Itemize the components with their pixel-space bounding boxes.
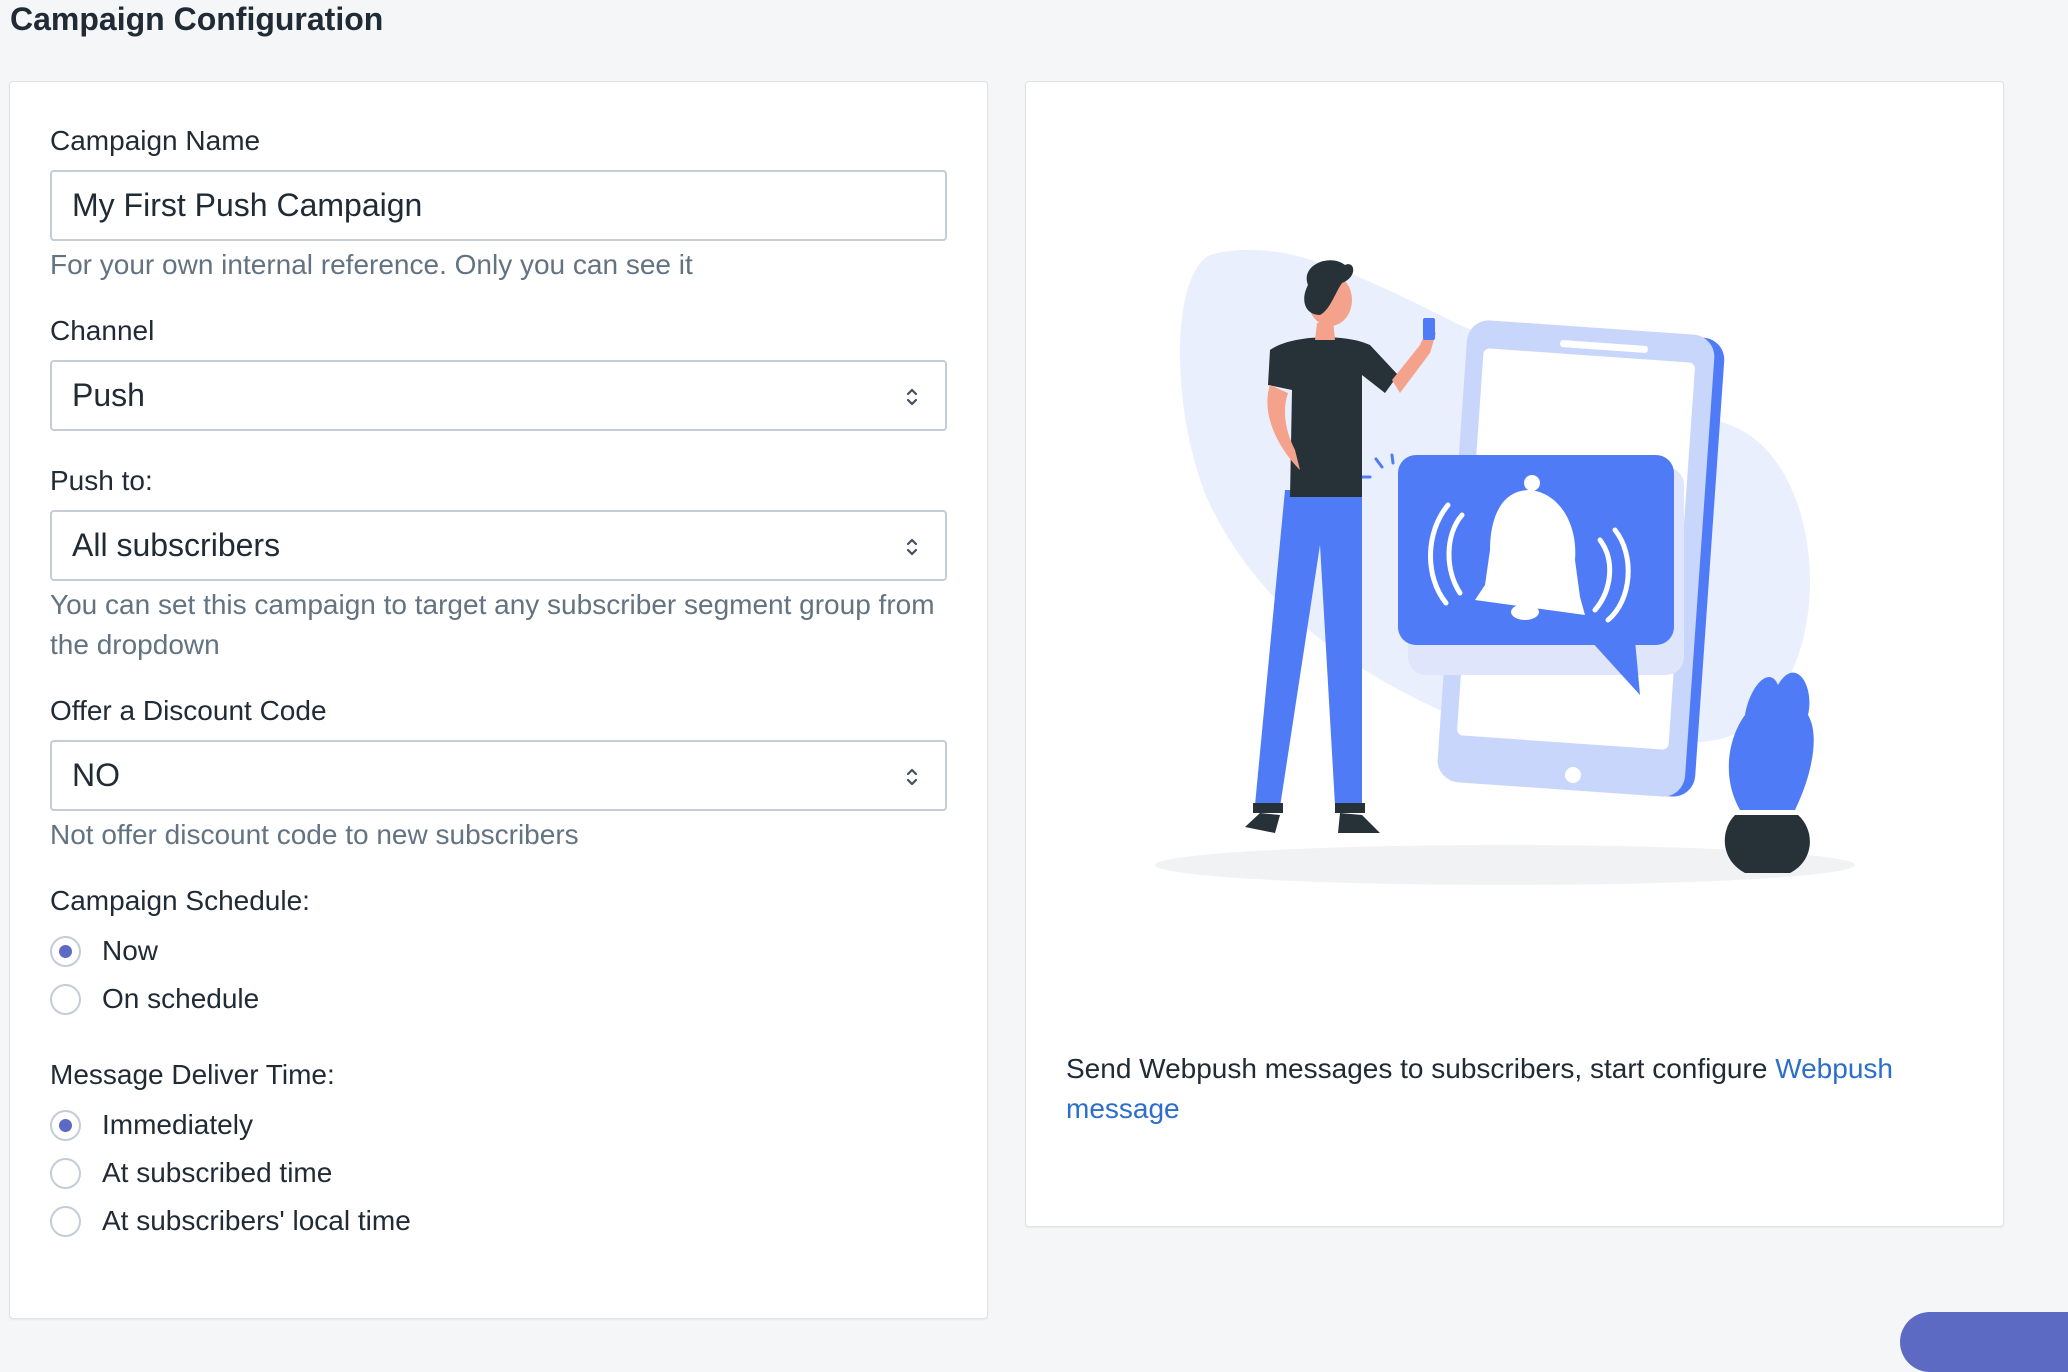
radio-label: On schedule [102, 983, 260, 1014]
channel-select[interactable]: Push [50, 360, 947, 431]
radio-unchecked-icon[interactable] [50, 983, 81, 1015]
schedule-option-now[interactable]: Now [50, 931, 158, 971]
deliver-option-subscribed-time[interactable]: At subscribed time [50, 1153, 332, 1193]
push-to-label: Push to: [50, 465, 153, 496]
radio-label: At subscribers' local time [102, 1205, 411, 1236]
deliver-time-label: Message Deliver Time: [50, 1059, 335, 1090]
radio-checked-icon[interactable] [50, 935, 81, 967]
campaign-form-card: Campaign Name For your own internal refe… [9, 81, 988, 1319]
discount-select-value: NO [72, 757, 120, 793]
radio-unchecked-icon[interactable] [50, 1205, 81, 1237]
select-arrows-icon [906, 538, 918, 556]
campaign-name-label: Campaign Name [50, 125, 261, 156]
push-to-help: You can set this campaign to target any … [50, 589, 935, 660]
push-to-select-value: All subscribers [72, 527, 281, 563]
discount-label: Offer a Discount Code [50, 695, 327, 726]
schedule-label: Campaign Schedule: [50, 885, 310, 916]
channel-select-value: Push [72, 377, 145, 413]
deliver-option-immediately[interactable]: Immediately [50, 1105, 253, 1145]
select-arrows-icon [906, 768, 918, 786]
channel-label: Channel [50, 315, 155, 346]
campaign-name-help: For your own internal reference. Only yo… [50, 249, 693, 280]
push-to-select[interactable]: All subscribers [50, 510, 947, 581]
select-arrows-icon [906, 388, 918, 406]
radio-label: Now [102, 935, 159, 966]
page-title: Campaign Configuration [10, 1, 384, 37]
person-phone-bell-illustration-icon [1155, 249, 1855, 885]
primary-action-button[interactable] [1900, 1312, 2068, 1372]
radio-unchecked-icon[interactable] [50, 1157, 81, 1189]
radio-label: At subscribed time [102, 1157, 333, 1188]
deliver-option-local-time[interactable]: At subscribers' local time [50, 1201, 411, 1241]
campaign-name-input[interactable] [50, 170, 947, 241]
discount-select[interactable]: NO [50, 740, 947, 811]
promo-text: Send Webpush messages to subscribers, st… [1066, 1049, 1966, 1129]
radio-checked-icon[interactable] [50, 1109, 81, 1141]
discount-help: Not offer discount code to new subscribe… [50, 819, 579, 850]
radio-label: Immediately [102, 1109, 253, 1140]
schedule-option-on-schedule[interactable]: On schedule [50, 979, 259, 1019]
promo-description: Send Webpush messages to subscribers, st… [1066, 1053, 1776, 1084]
